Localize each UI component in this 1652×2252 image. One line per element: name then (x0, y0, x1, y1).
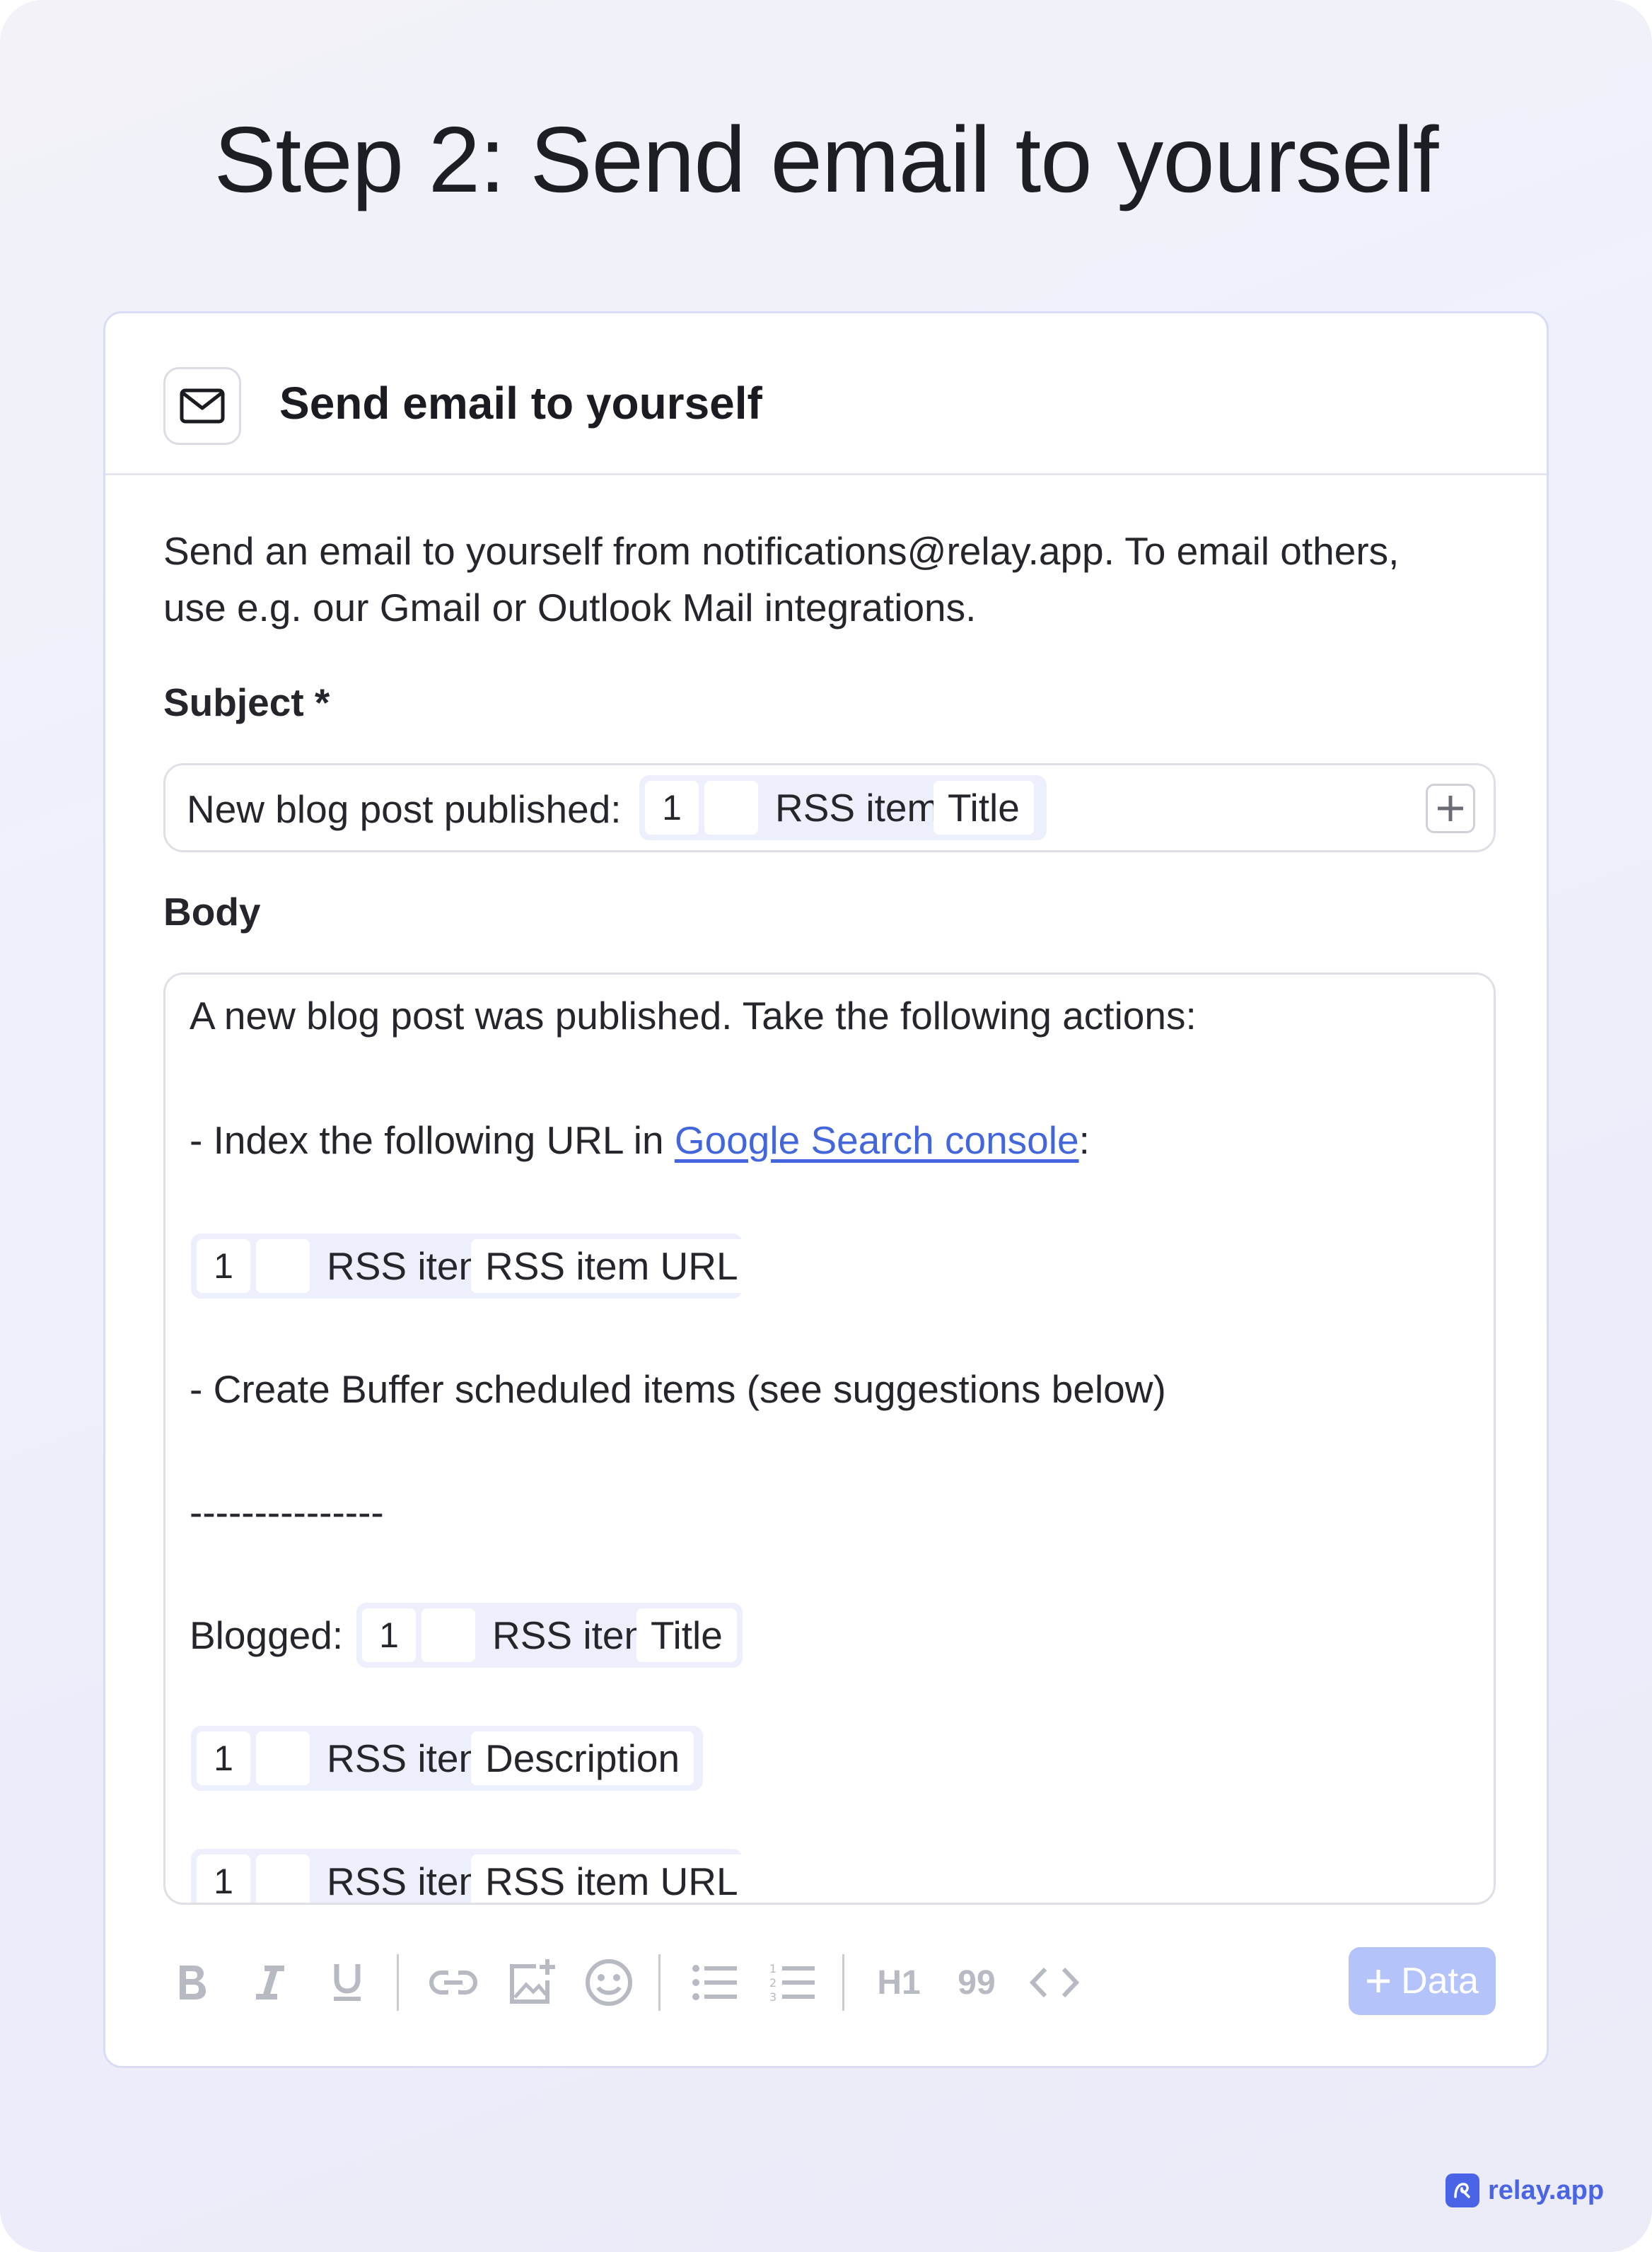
rss-app-icon (256, 1855, 310, 1903)
svg-text:1: 1 (769, 1962, 776, 1975)
toolbar-separator (658, 1954, 661, 2011)
token-field: Description (471, 1731, 694, 1785)
rss-app-icon (256, 1239, 310, 1293)
rss-app-icon (704, 781, 758, 835)
quote-button[interactable]: 99 (948, 1954, 1005, 2011)
body-divider: --------------- (190, 1490, 384, 1534)
emoji-icon[interactable] (581, 1954, 637, 2011)
token-step-number: 1 (197, 1731, 250, 1785)
token-field: Title (636, 1608, 737, 1662)
italic-icon[interactable] (241, 1954, 298, 2011)
title-token-chip[interactable]: 1 RSS item Title (356, 1603, 743, 1668)
body-text: : (1078, 1118, 1090, 1162)
toolbar-separator (842, 1954, 844, 2011)
page-background: Step 2: Send email to yourself Send emai… (0, 0, 1652, 2252)
token-field: RSS item URL (471, 1239, 752, 1293)
link-icon[interactable] (425, 1954, 482, 2011)
underline-icon[interactable] (319, 1954, 376, 2011)
description-line: Send an email to yourself from notificat… (163, 529, 1400, 573)
card-header: Send email to yourself (105, 313, 1547, 475)
heading-button[interactable]: H1 (871, 1954, 927, 2011)
token-source: RSS item (327, 1736, 491, 1780)
subject-token-chip[interactable]: 1 RSS item Title (639, 775, 1047, 840)
add-image-icon[interactable] (503, 1954, 559, 2011)
add-data-button[interactable]: Data (1349, 1947, 1496, 2015)
body-line: A new blog post was published. Take the … (190, 994, 1197, 1038)
rss-app-icon (421, 1608, 475, 1662)
bullet-list-icon[interactable] (687, 1954, 743, 2011)
google-search-console-link[interactable]: Google Search console (675, 1118, 1079, 1162)
token-step-number: 1 (197, 1239, 250, 1293)
subject-input[interactable]: New blog post published: 1 RSS item Titl… (163, 763, 1496, 852)
numbered-list-icon[interactable]: 123 (764, 1954, 821, 2011)
body-line: - Create Buffer scheduled items (see sug… (190, 1367, 1166, 1411)
relay-logo-icon (1446, 2173, 1479, 2207)
rss-app-icon (256, 1731, 310, 1785)
body-editor[interactable]: A new blog post was published. Take the … (163, 973, 1496, 1905)
token-step-number: 1 (645, 781, 699, 835)
blogged-label: Blogged: (190, 1613, 344, 1657)
formatting-toolbar: 123 H1 99 Data (163, 1947, 1496, 2018)
bold-icon[interactable] (163, 1954, 220, 2011)
token-step-number: 1 (197, 1855, 250, 1903)
token-source: RSS item (492, 1613, 657, 1657)
url-token-chip[interactable]: 1 RSS item RSS item URL (191, 1234, 752, 1299)
code-icon[interactable] (1026, 1954, 1083, 2011)
token-source: RSS item (775, 786, 940, 830)
body-label: Body (163, 890, 261, 934)
body-text: - Index the following URL in (190, 1118, 675, 1162)
plus-icon (1367, 1970, 1390, 1992)
email-action-card: Send email to yourself Send an email to … (103, 311, 1549, 2068)
mail-icon (163, 367, 241, 445)
url-token-chip[interactable]: 1 RSS item RSS item URL (191, 1849, 752, 1903)
subject-label: Subject * (163, 680, 330, 724)
toolbar-separator (397, 1954, 399, 2011)
relay-brand: relay.app (1446, 2173, 1604, 2208)
plus-icon[interactable] (1426, 784, 1475, 833)
svg-text:2: 2 (769, 1976, 776, 1990)
token-field: Title (933, 781, 1034, 835)
card-description: Send an email to yourself from notificat… (163, 523, 1479, 636)
brand-name: relay.app (1488, 2175, 1605, 2205)
token-field: RSS item URL (471, 1855, 752, 1903)
page-title: Step 2: Send email to yourself (214, 108, 1439, 211)
token-step-number: 1 (362, 1608, 416, 1662)
svg-text:3: 3 (769, 1990, 776, 2004)
body-line: - Index the following URL in Google Sear… (190, 1118, 1090, 1163)
token-source: RSS item (327, 1859, 491, 1903)
add-data-label: Data (1401, 1961, 1479, 2002)
subject-prefix: New blog post published: (187, 787, 622, 831)
token-source: RSS item (327, 1244, 491, 1288)
card-title: Send email to yourself (279, 378, 762, 429)
description-token-chip[interactable]: 1 RSS item Description (191, 1726, 703, 1791)
description-line: use e.g. our Gmail or Outlook Mail integ… (163, 586, 977, 629)
